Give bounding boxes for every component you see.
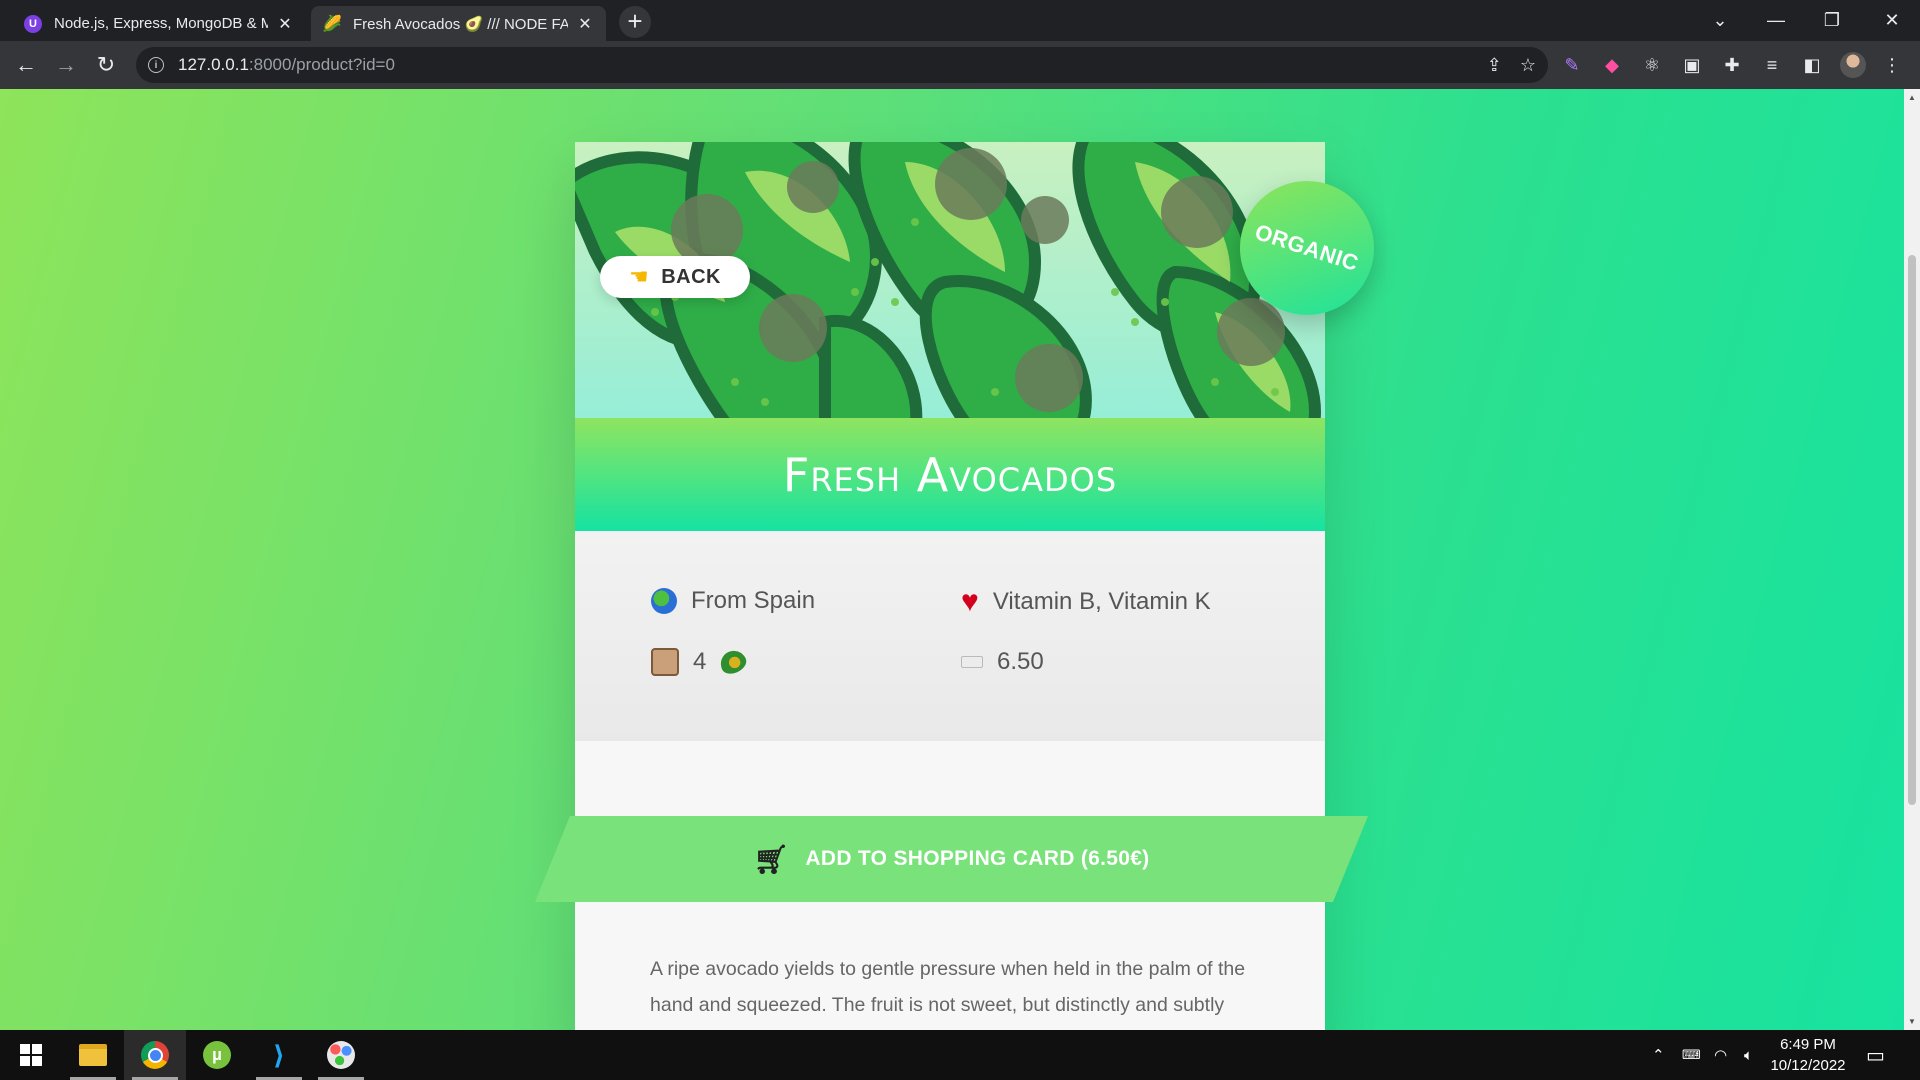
heart-icon: ♥ [961, 585, 979, 618]
product-details: From Spain ♥ Vitamin B, Vitamin K 4 6.50 [575, 531, 1325, 741]
udemy-favicon-icon: U [24, 14, 42, 33]
back-label: BACK [661, 265, 721, 288]
tab-search-chevron-icon[interactable]: ⌄ [1692, 0, 1748, 41]
product-description: A ripe avocado yields to gentle pressure… [650, 958, 1246, 1016]
back-button[interactable]: ☚ BACK [600, 256, 750, 298]
organic-badge: ORGANIC [1240, 181, 1374, 315]
forward-arrow-icon[interactable]: → [50, 49, 82, 81]
close-window-button[interactable]: ✕ [1864, 0, 1920, 41]
origin-detail: From Spain [651, 587, 815, 615]
url-host: 127.0.0.1 [178, 55, 249, 74]
price-text: 6.50 [997, 648, 1044, 675]
product-title: Fresh Avocados [782, 447, 1118, 502]
add-to-cart-button[interactable]: 🛒︎ ADD TO SHOPPING CARD (6.50€) [535, 816, 1368, 902]
media-control-icon[interactable]: ≡ [1760, 53, 1784, 77]
chrome-icon [141, 1041, 169, 1069]
origin-text: From Spain [691, 587, 816, 614]
shopping-cart-icon: 🛒︎ [753, 843, 790, 875]
clock-date: 10/12/2022 [1770, 1057, 1846, 1074]
tab-fresh-avocados[interactable]: 🌽 Fresh Avocados 🥑 /// NODE FA ✕ [311, 6, 606, 41]
feather-extension-icon[interactable]: ✎ [1560, 53, 1584, 77]
windows-taskbar: µ ⟩ ⌃ ⌨ ◠ 🔈︎ 6:49 PM 10/12/2022 ▭ [0, 1030, 1920, 1080]
nutrients-detail: ♥ Vitamin B, Vitamin K [961, 587, 1211, 617]
product-title-band: Fresh Avocados [575, 418, 1325, 531]
url-path: :8000/product?id=0 [248, 55, 395, 74]
vscode-taskbar-button[interactable]: ⟩ [248, 1030, 310, 1080]
camera-extension-icon[interactable]: ▣ [1680, 53, 1704, 77]
globe-icon [651, 588, 677, 614]
minimize-button[interactable]: — [1748, 0, 1804, 41]
more-menu-icon[interactable]: ⋮ [1880, 53, 1904, 77]
vscode-icon: ⟩ [273, 1039, 285, 1070]
bookmark-star-icon[interactable]: ☆ [1520, 55, 1536, 76]
share-icon[interactable]: ⇪ [1487, 55, 1502, 76]
avocado-icon [716, 646, 750, 678]
paint-taskbar-button[interactable] [310, 1030, 372, 1080]
quantity-detail: 4 [651, 646, 750, 678]
windows-logo-icon [20, 1044, 42, 1066]
utorrent-taskbar-button[interactable]: µ [186, 1030, 248, 1080]
pointing-hand-icon: ☚ [628, 264, 650, 289]
system-clock[interactable]: 6:49 PM 10/12/2022 [1770, 1034, 1846, 1076]
reload-icon[interactable]: ↻ [90, 49, 122, 81]
organic-label: ORGANIC [1252, 219, 1363, 277]
utorrent-icon: µ [203, 1041, 231, 1069]
price-tag-icon [961, 656, 983, 668]
scrollbar-thumb[interactable] [1908, 255, 1916, 805]
notification-center-icon[interactable]: ▭ [1866, 1030, 1885, 1080]
extensions-puzzle-icon[interactable]: ✚ [1720, 53, 1744, 77]
tab-title: Node.js, Express, MongoDB & M [54, 15, 268, 32]
show-hidden-icons-chevron-icon[interactable]: ⌃ [1652, 1030, 1665, 1080]
new-tab-button[interactable]: + [619, 6, 651, 38]
back-arrow-icon[interactable]: ← [10, 49, 42, 81]
browser-toolbar: ← → ↻ i 127.0.0.1:8000/product?id=0 ⇪ ☆ … [0, 41, 1920, 89]
scroll-down-arrow-icon[interactable]: ▼ [1908, 1017, 1916, 1026]
side-panel-icon[interactable]: ◧ [1800, 53, 1824, 77]
folder-icon [79, 1044, 107, 1066]
paint-palette-icon [327, 1041, 355, 1069]
start-button[interactable] [0, 1030, 62, 1080]
site-info-icon[interactable]: i [148, 57, 164, 73]
volume-icon[interactable]: 🔈︎ [1744, 1030, 1753, 1080]
wifi-icon[interactable]: ◠ [1714, 1030, 1727, 1080]
nutrients-text: Vitamin B, Vitamin K [992, 588, 1211, 615]
browser-tabstrip: U Node.js, Express, MongoDB & M ✕ 🌽 Fres… [0, 0, 1920, 41]
page-viewport: Fresh Avocados From Spain ♥ Vitamin B, V… [0, 89, 1904, 1030]
tab-close-icon[interactable]: ✕ [276, 15, 294, 33]
file-explorer-button[interactable] [62, 1030, 124, 1080]
package-box-icon [651, 648, 679, 676]
tab-nodejs-course[interactable]: U Node.js, Express, MongoDB & M ✕ [12, 6, 306, 41]
react-extension-icon[interactable]: ⚛ [1640, 53, 1664, 77]
scroll-up-arrow-icon[interactable]: ▲ [1908, 93, 1916, 102]
price-detail: 6.50 [961, 648, 1044, 676]
tab-title: Fresh Avocados 🥑 /// NODE FA [353, 15, 568, 33]
page-scrollbar[interactable]: ▲ ▼ [1904, 89, 1920, 1030]
corn-favicon-icon: 🌽 [322, 15, 342, 33]
address-bar[interactable]: i 127.0.0.1:8000/product?id=0 ⇪ ☆ [136, 47, 1548, 83]
add-to-cart-label: ADD TO SHOPPING CARD (6.50€) [805, 847, 1150, 870]
restore-button[interactable]: ❐ [1804, 0, 1860, 41]
color-extension-icon[interactable]: ◆ [1600, 53, 1624, 77]
input-method-icon[interactable]: ⌨ [1682, 1030, 1701, 1080]
tab-close-icon[interactable]: ✕ [576, 15, 594, 33]
clock-time: 6:49 PM [1780, 1036, 1836, 1053]
quantity-text: 4 [693, 648, 707, 675]
profile-avatar[interactable] [1840, 52, 1866, 78]
chrome-taskbar-button[interactable] [124, 1030, 186, 1080]
